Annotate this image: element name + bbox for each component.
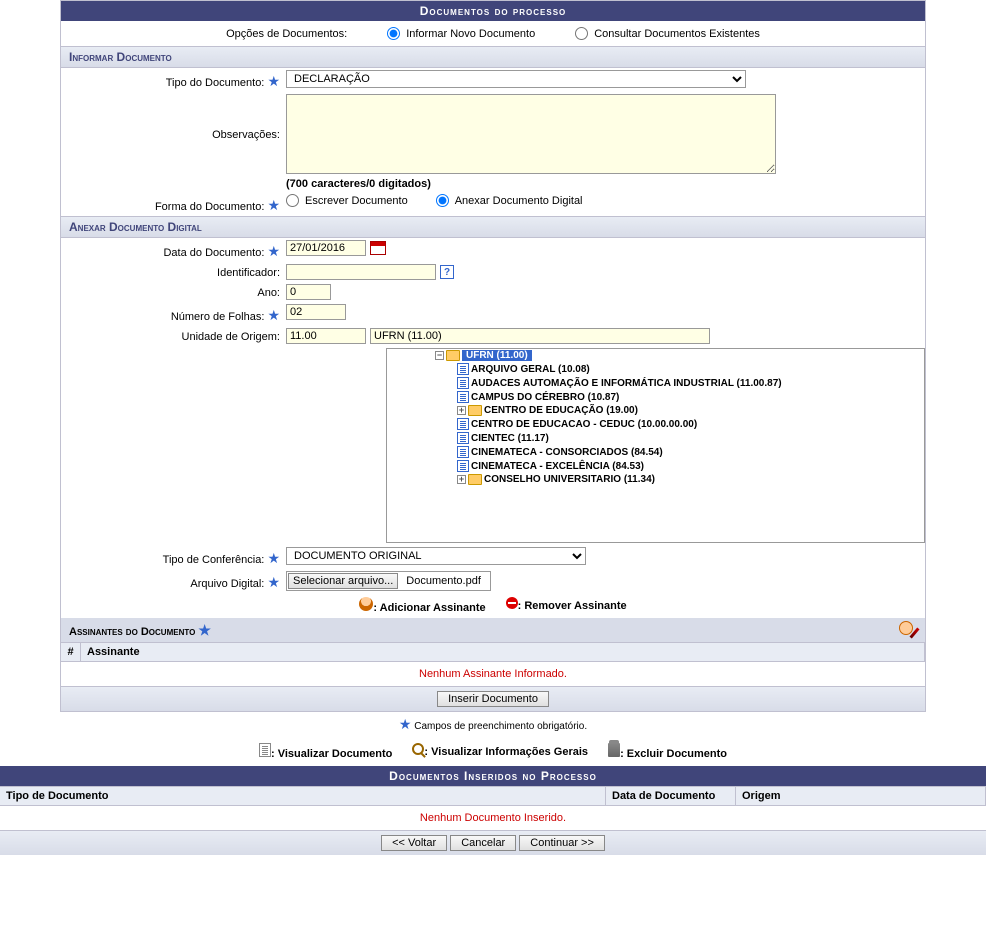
panel-title: Documentos do processo <box>61 1 925 21</box>
forma-escrever[interactable]: Escrever Documento <box>286 194 408 207</box>
doc-icon <box>457 363 469 375</box>
tree-root[interactable]: − UFRN (11.00) <box>387 349 924 362</box>
magnify-icon <box>412 743 424 755</box>
tree-item[interactable]: AUDACES AUTOMAÇÃO E INFORMÁTICA INDUSTRI… <box>387 376 924 390</box>
inserir-documento-button[interactable]: Inserir Documento <box>437 691 549 707</box>
cancelar-button[interactable]: Cancelar <box>450 835 516 851</box>
doc-icon <box>457 377 469 389</box>
opt-new-doc[interactable]: Informar Novo Documento <box>387 27 535 40</box>
forma-anexar[interactable]: Anexar Documento Digital <box>436 194 583 207</box>
observacoes-textarea[interactable] <box>286 94 776 174</box>
collapse-icon[interactable]: − <box>435 351 444 360</box>
unidade-code-input[interactable] <box>286 328 366 344</box>
remove-icon <box>506 597 518 609</box>
voltar-button[interactable]: << Voltar <box>381 835 447 851</box>
trash-icon <box>608 743 620 757</box>
tree-item[interactable]: CINEMATECA - EXCELÊNCIA (84.53) <box>387 459 924 473</box>
assinantes-title: Assinantes do Documento <box>69 626 195 638</box>
calendar-icon[interactable] <box>370 241 386 255</box>
no-assinante-msg: Nenhum Assinante Informado. <box>61 662 925 686</box>
page-icon <box>259 743 271 757</box>
tree-item[interactable]: ARQUIVO GERAL (10.08) <box>387 362 924 376</box>
tree-item[interactable]: CINEMATECA - CONSORCIADOS (84.54) <box>387 445 924 459</box>
section-informar: Informar Documento <box>61 46 925 68</box>
col-num: # <box>61 643 81 661</box>
folder-icon <box>446 350 460 361</box>
identificador-input[interactable] <box>286 264 436 280</box>
unidade-name-input[interactable] <box>370 328 710 344</box>
opt-query-radio[interactable] <box>575 27 588 40</box>
tree-item[interactable]: CIENTEC (11.17) <box>387 431 924 445</box>
data-documento-input[interactable] <box>286 240 366 256</box>
tree-item[interactable]: + CONSELHO UNIVERSITARIO (11.34) <box>387 473 924 486</box>
folhas-input[interactable] <box>286 304 346 320</box>
required-note: Campos de preenchimento obrigatório. <box>414 721 587 732</box>
col-origem: Origem <box>736 787 986 805</box>
col-tipo: Tipo de Documento <box>0 787 606 805</box>
opt-query-doc[interactable]: Consultar Documentos Existentes <box>575 27 760 40</box>
inserted-title: Documentos Inseridos no Processo <box>0 766 986 786</box>
tipo-documento-select[interactable]: DECLARAÇÃO <box>286 70 746 88</box>
doc-icon <box>457 446 469 458</box>
conferencia-select[interactable]: DOCUMENTO ORIGINAL <box>286 547 586 565</box>
doc-icon <box>457 460 469 472</box>
file-select-button[interactable]: Selecionar arquivo... <box>288 573 398 589</box>
section-anexar: Anexar Documento Digital <box>61 216 925 238</box>
col-data: Data de Documento <box>606 787 736 805</box>
opt-new-radio[interactable] <box>387 27 400 40</box>
add-person-icon <box>359 597 373 611</box>
doc-icon <box>457 418 469 430</box>
doc-icon <box>457 432 469 444</box>
help-icon[interactable]: ? <box>440 265 454 279</box>
expand-icon[interactable]: + <box>457 475 466 484</box>
expand-icon[interactable]: + <box>457 406 466 415</box>
options-label: Opções de Documentos: <box>226 28 347 40</box>
char-counter: (700 caracteres/0 digitados) <box>286 178 431 190</box>
ano-input[interactable] <box>286 284 331 300</box>
no-doc-msg: Nenhum Documento Inserido. <box>0 806 986 830</box>
folder-icon <box>468 474 482 485</box>
edit-person-icon[interactable] <box>897 621 917 639</box>
tree-item[interactable]: CENTRO DE EDUCACAO - CEDUC (10.00.00.00) <box>387 417 924 431</box>
continuar-button[interactable]: Continuar >> <box>519 835 605 851</box>
tree-item[interactable]: CAMPUS DO CÉREBRO (10.87) <box>387 390 924 404</box>
tree-item[interactable]: + CENTRO DE EDUCAÇÃO (19.00) <box>387 404 924 417</box>
col-assinante: Assinante <box>81 643 925 661</box>
folder-icon <box>468 405 482 416</box>
doc-icon <box>457 391 469 403</box>
unidade-tree[interactable]: − UFRN (11.00) ARQUIVO GERAL (10.08) AUD… <box>386 348 925 543</box>
required-star: ★ <box>267 73 280 89</box>
file-name: Documento.pdf <box>398 575 489 587</box>
